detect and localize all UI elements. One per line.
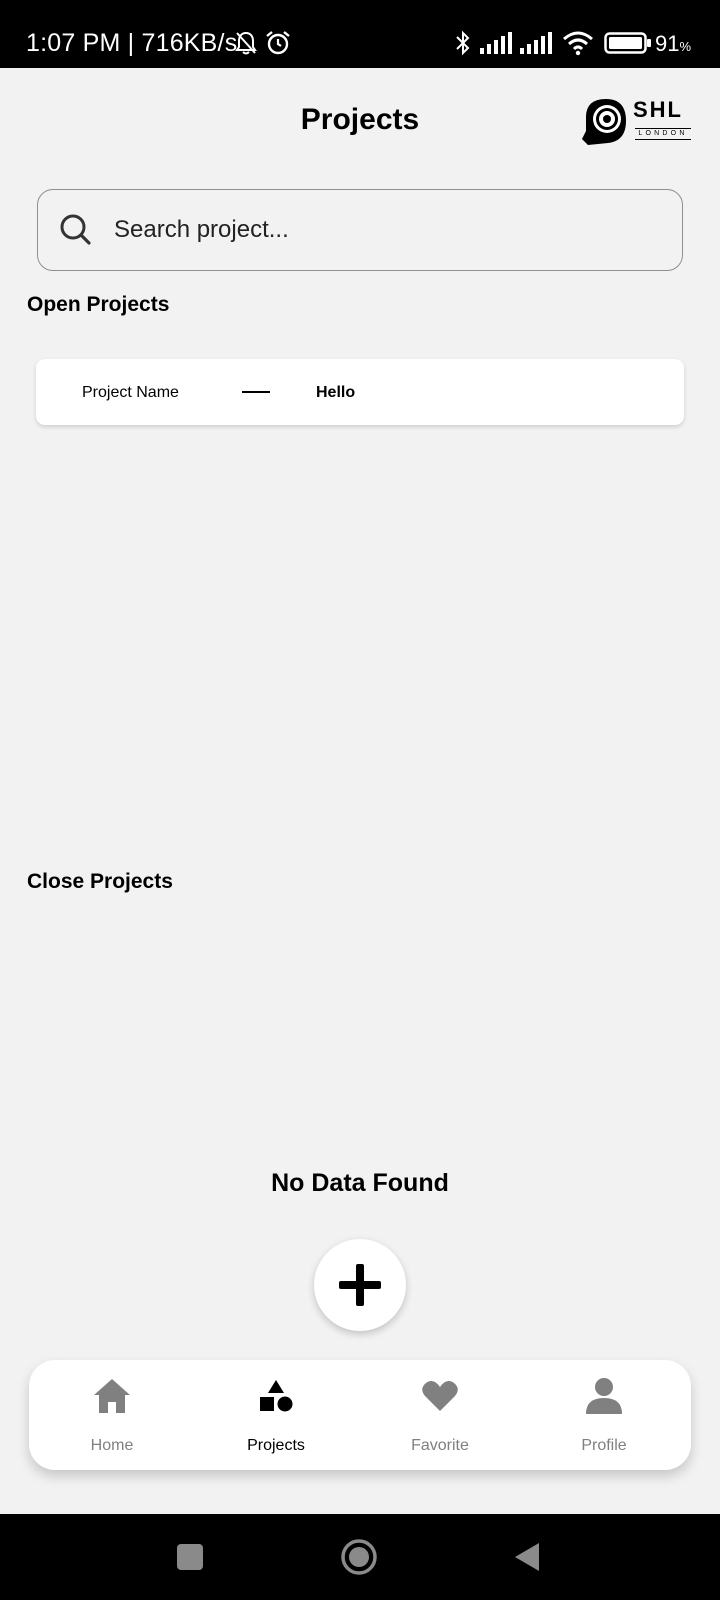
empty-state-text: No Data Found xyxy=(271,1169,449,1197)
logo-emblem-icon xyxy=(582,99,626,145)
person-icon xyxy=(586,1378,622,1414)
shapes-icon xyxy=(260,1380,293,1412)
signal-icon xyxy=(520,32,552,54)
plus-icon xyxy=(339,1264,381,1306)
search-bar[interactable] xyxy=(37,189,683,271)
nav-item-home[interactable]: Home xyxy=(47,1360,177,1470)
recent-apps-button[interactable] xyxy=(176,1543,204,1571)
nav-item-profile[interactable]: Profile xyxy=(539,1360,669,1470)
nav-label-profile: Profile xyxy=(581,1437,627,1454)
signal-icon xyxy=(480,32,512,54)
back-button[interactable] xyxy=(513,1541,541,1573)
logo-text: SHL xyxy=(633,97,683,122)
search-input[interactable] xyxy=(114,210,654,250)
search-icon xyxy=(60,214,91,245)
nav-label-home: Home xyxy=(90,1437,134,1454)
system-nav-bar xyxy=(0,1514,720,1600)
nav-item-projects[interactable]: Projects xyxy=(211,1360,341,1470)
bottom-nav: Home Projects Favorite Profile xyxy=(29,1360,691,1470)
heart-icon xyxy=(422,1381,458,1411)
status-bar: 1:07 PM | 716KB/s 91% xyxy=(0,0,720,68)
home-button[interactable] xyxy=(340,1538,378,1576)
battery-level: 91% xyxy=(655,30,691,61)
project-card[interactable]: Project Name Hello xyxy=(36,359,684,425)
divider xyxy=(242,391,270,393)
bell-off-icon xyxy=(235,31,257,55)
status-time: 1:07 PM | 716KB/s xyxy=(26,29,238,57)
alarm-icon xyxy=(266,31,290,55)
brand-logo: SHL LONDON xyxy=(580,95,692,147)
project-name-value: Hello xyxy=(316,384,356,401)
battery-icon xyxy=(604,32,651,54)
home-icon xyxy=(94,1379,130,1413)
close-projects-heading: Close Projects xyxy=(27,870,173,893)
bluetooth-icon xyxy=(456,30,470,56)
nav-label-projects: Projects xyxy=(247,1437,305,1454)
battery-unit: % xyxy=(679,39,692,54)
wifi-icon xyxy=(563,31,593,56)
nav-label-favorite: Favorite xyxy=(411,1437,469,1454)
open-projects-heading: Open Projects xyxy=(27,293,170,316)
add-project-button[interactable] xyxy=(314,1239,406,1331)
logo-subtext: LONDON xyxy=(635,128,691,140)
nav-item-favorite[interactable]: Favorite xyxy=(375,1360,505,1470)
battery-value: 91 xyxy=(655,31,680,56)
project-name-label: Project Name xyxy=(82,384,179,401)
